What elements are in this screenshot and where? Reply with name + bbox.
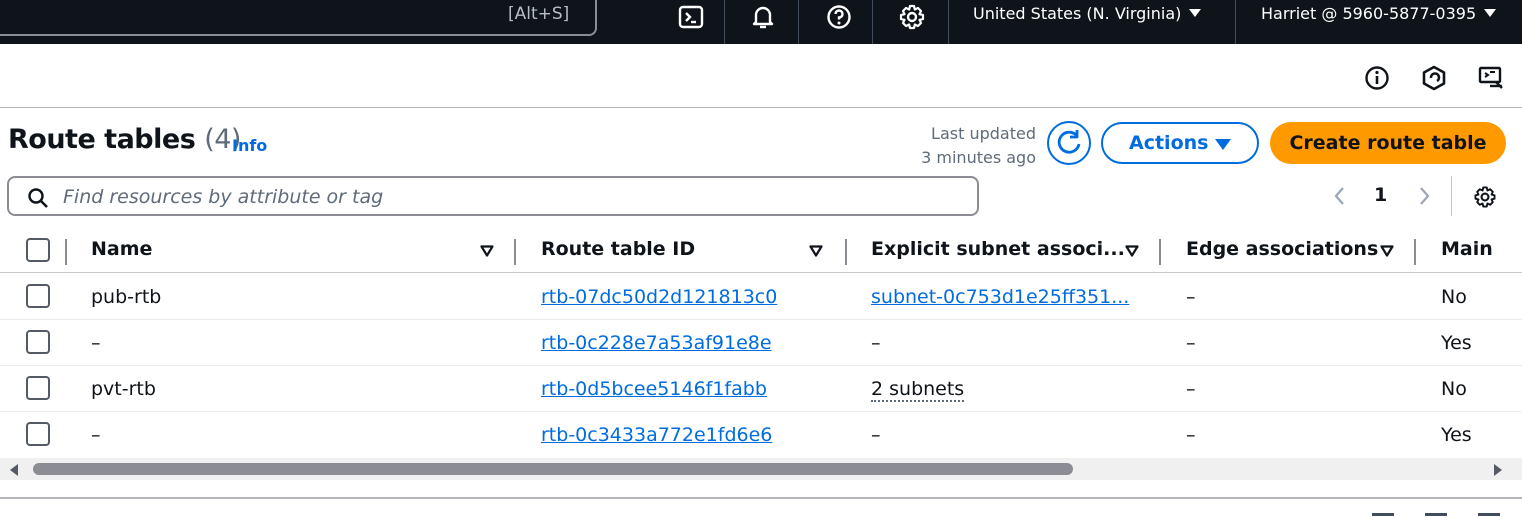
top-navigation-bar: [Alt+S] United States (N. Virginia) Harr… — [0, 0, 1522, 44]
scroll-left-arrow-icon[interactable] — [10, 464, 18, 476]
create-route-table-button[interactable]: Create route table — [1270, 122, 1506, 164]
sort-icon[interactable] — [1380, 245, 1394, 257]
table-row[interactable]: – rtb-0c228e7a53af91e8e – – Yes — [0, 320, 1522, 366]
cell-subnet: – — [871, 332, 881, 354]
global-search-box[interactable]: [Alt+S] — [0, 0, 597, 36]
column-header-route-table-id[interactable]: Route table ID — [541, 238, 695, 260]
table-row[interactable]: pub-rtb rtb-07dc50d2d121813c0 subnet-0c7… — [0, 274, 1522, 320]
sort-icon[interactable] — [480, 245, 494, 257]
sort-icon[interactable] — [1125, 245, 1139, 257]
nav-separator — [872, 0, 873, 44]
subnet-count-popover[interactable]: 2 subnets — [871, 378, 965, 402]
column-header-name[interactable]: Name — [91, 238, 152, 260]
column-header-edge-associations[interactable]: Edge associations — [1186, 238, 1378, 260]
row-checkbox[interactable] — [26, 284, 50, 308]
search-icon — [28, 188, 48, 208]
panel-resize-icon[interactable] — [1425, 513, 1447, 516]
cell-main: Yes — [1441, 424, 1472, 446]
subnet-link[interactable]: subnet-0c753d1e25ff351... — [871, 286, 1129, 308]
nav-separator — [724, 0, 725, 44]
settings-icon — [1474, 186, 1496, 208]
route-table-id-link[interactable]: rtb-0c228e7a53af91e8e — [541, 332, 772, 354]
column-separator — [1414, 239, 1416, 265]
divider — [0, 497, 1522, 499]
actions-button[interactable]: Actions — [1101, 122, 1259, 164]
table-row[interactable]: – rtb-0c3433a772e1fd6e6 – – Yes — [0, 412, 1522, 458]
scroll-right-arrow-icon[interactable] — [1494, 464, 1502, 476]
row-checkbox[interactable] — [26, 422, 50, 446]
panel-resize-icon[interactable] — [1372, 513, 1394, 516]
search-shortcut-hint: [Alt+S] — [508, 4, 570, 24]
next-page-button[interactable] — [1414, 184, 1434, 208]
select-all-checkbox[interactable] — [26, 238, 50, 262]
region-label: United States (N. Virginia) — [973, 4, 1182, 23]
previous-page-button[interactable] — [1330, 184, 1350, 208]
help-icon[interactable] — [824, 2, 854, 32]
column-separator — [65, 239, 67, 265]
settings-icon[interactable] — [897, 2, 927, 32]
search-input[interactable] — [63, 184, 943, 210]
search-filter[interactable] — [7, 176, 979, 216]
aws-hexagon-icon[interactable] — [1420, 64, 1448, 92]
column-separator — [1159, 239, 1161, 265]
cell-subnet: – — [871, 424, 881, 446]
chevron-left-icon — [1334, 187, 1344, 205]
column-header-explicit-subnet[interactable]: Explicit subnet associ... — [871, 238, 1125, 260]
scrollbar-thumb[interactable] — [33, 463, 1073, 475]
utility-bar — [0, 44, 1522, 108]
bell-icon[interactable] — [748, 2, 778, 32]
cell-edge: – — [1186, 286, 1196, 308]
cell-name: – — [91, 424, 101, 446]
cell-edge: – — [1186, 378, 1196, 400]
refresh-icon — [1057, 130, 1081, 154]
cell-edge: – — [1186, 424, 1196, 446]
horizontal-scrollbar[interactable] — [0, 458, 1522, 480]
cell-main: No — [1441, 286, 1467, 308]
account-menu[interactable]: Harriet @ 5960-5877-0395 — [1261, 4, 1497, 23]
refresh-button[interactable] — [1047, 121, 1091, 165]
region-selector[interactable]: United States (N. Virginia) — [973, 4, 1202, 23]
last-updated-label: Last updated — [931, 124, 1036, 143]
cell-name: pvt-rtb — [91, 378, 156, 400]
info-link[interactable]: Info — [232, 136, 267, 155]
caret-down-icon — [1189, 9, 1202, 17]
cell-name: pub-rtb — [91, 286, 162, 308]
nav-separator — [1235, 0, 1236, 44]
pager-separator — [1451, 176, 1452, 216]
page-number[interactable]: 1 — [1374, 184, 1387, 206]
cell-edge: – — [1186, 332, 1196, 354]
chevron-right-icon — [1420, 187, 1430, 205]
account-label: Harriet @ 5960-5877-0395 — [1261, 4, 1477, 23]
panel-resize-icon[interactable] — [1478, 513, 1500, 516]
cloudshell-icon[interactable] — [676, 2, 706, 32]
row-checkbox[interactable] — [26, 376, 50, 400]
column-separator — [514, 239, 516, 265]
column-separator — [845, 239, 847, 265]
feedback-screen-icon[interactable] — [1477, 64, 1505, 92]
cell-name: – — [91, 332, 101, 354]
table-preferences-button[interactable] — [1472, 184, 1498, 210]
sort-icon[interactable] — [809, 245, 823, 257]
info-circle-icon[interactable] — [1363, 64, 1391, 92]
route-table-id-link[interactable]: rtb-0c3433a772e1fd6e6 — [541, 424, 772, 446]
last-updated-text: Last updated 3 minutes ago — [900, 122, 1036, 170]
table-header: Name Route table ID Explicit subnet asso… — [0, 228, 1522, 273]
cell-main: Yes — [1441, 332, 1472, 354]
nav-separator — [798, 0, 799, 44]
actions-label: Actions — [1129, 132, 1209, 154]
route-table-id-link[interactable]: rtb-0d5bcee5146f1fabb — [541, 378, 767, 400]
cell-main: No — [1441, 378, 1467, 400]
caret-down-icon — [1215, 139, 1231, 150]
table-row[interactable]: pvt-rtb rtb-0d5bcee5146f1fabb 2 subnets … — [0, 366, 1522, 412]
row-checkbox[interactable] — [26, 330, 50, 354]
column-header-main[interactable]: Main — [1441, 238, 1493, 260]
nav-separator — [948, 0, 949, 44]
caret-down-icon — [1484, 9, 1497, 17]
page-title-text: Route tables — [8, 124, 196, 155]
page-title: Route tables (4) — [8, 124, 241, 155]
last-updated-time: 3 minutes ago — [921, 148, 1036, 167]
route-table-id-link[interactable]: rtb-07dc50d2d121813c0 — [541, 286, 777, 308]
